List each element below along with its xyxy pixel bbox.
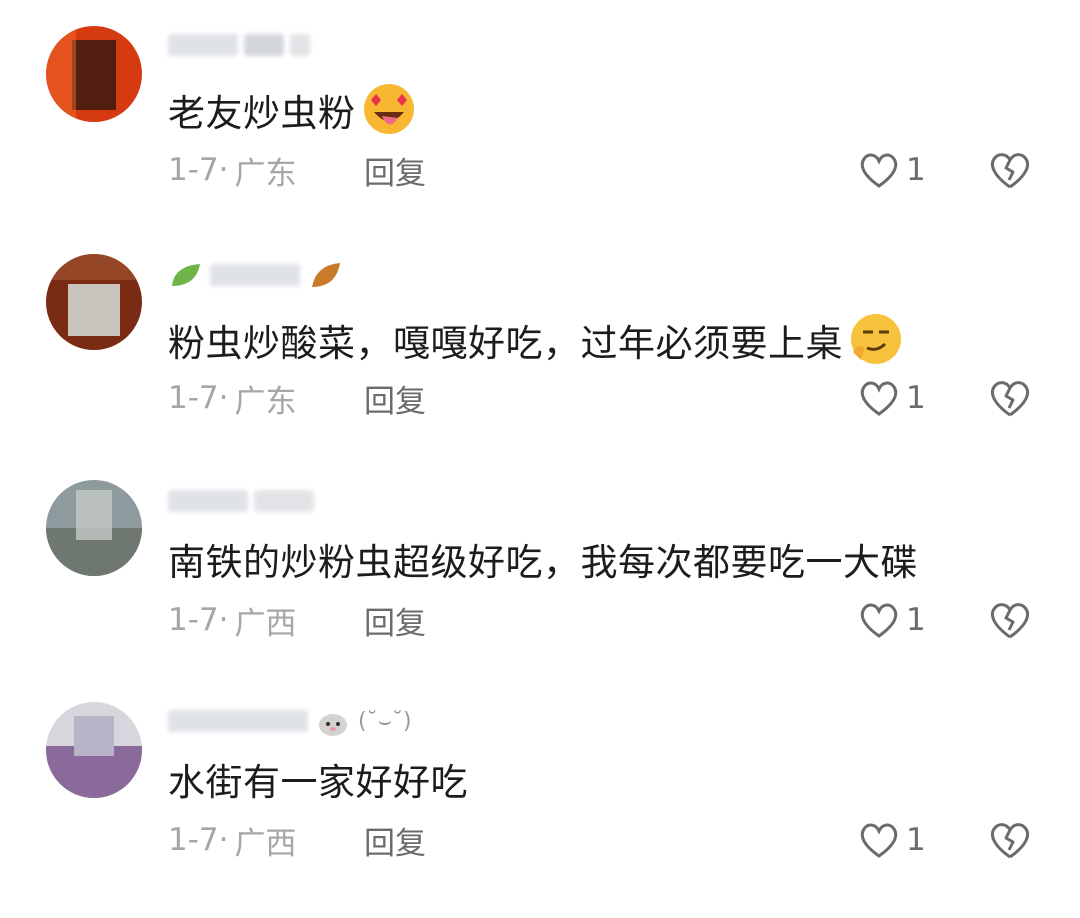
comment-text: 水街有一家好好吃 bbox=[168, 761, 468, 804]
broken-heart-icon bbox=[990, 153, 1030, 189]
username-blurred[interactable]: (˘⌣˘) bbox=[168, 706, 412, 736]
heart-icon bbox=[860, 153, 898, 188]
kaomoji-icon: (˘⌣˘) bbox=[358, 708, 412, 734]
comment-location: 广西 bbox=[234, 825, 297, 862]
comment-text: 粉虫炒酸菜，嘎嘎好吃，过年必须要上桌 bbox=[168, 312, 903, 379]
reply-button[interactable]: 回复 bbox=[364, 148, 426, 192]
dislike-button[interactable] bbox=[988, 148, 1032, 192]
comment-meta: 1-7 · 广东 bbox=[168, 376, 297, 420]
avatar[interactable] bbox=[46, 480, 142, 576]
smug-thinking-emoji bbox=[849, 312, 903, 379]
leaf-icon bbox=[172, 264, 200, 286]
like-count: 1 bbox=[906, 152, 926, 188]
username-blurred[interactable] bbox=[168, 486, 314, 516]
comment-location: 广东 bbox=[234, 383, 297, 420]
avatar[interactable] bbox=[46, 702, 142, 798]
autumn-leaf-icon bbox=[312, 263, 340, 287]
comment-meta: 1-7 · 广西 bbox=[168, 598, 297, 642]
like-count: 1 bbox=[906, 822, 926, 858]
broken-heart-icon bbox=[990, 823, 1030, 859]
heart-eyes-tongue-emoji bbox=[362, 82, 416, 149]
comment-location: 广西 bbox=[234, 605, 297, 642]
broken-heart-icon bbox=[990, 381, 1030, 417]
comment-text: 南铁的炒粉虫超级好吃，我每次都要吃一大碟 bbox=[168, 541, 918, 584]
dislike-button[interactable] bbox=[988, 818, 1032, 862]
comment-text: 老友炒虫粉 bbox=[168, 82, 416, 149]
comment-meta: 1-7 · 广东 bbox=[168, 148, 297, 192]
username-blurred[interactable] bbox=[168, 30, 310, 60]
comment-date: 1-7 bbox=[168, 602, 219, 638]
comment-date: 1-7 bbox=[168, 380, 219, 416]
avatar[interactable] bbox=[46, 254, 142, 350]
bunny-icon bbox=[319, 714, 347, 736]
avatar[interactable] bbox=[46, 26, 142, 122]
like-count: 1 bbox=[906, 380, 926, 416]
comment-meta: 1-7 · 广西 bbox=[168, 818, 297, 862]
comment-date: 1-7 bbox=[168, 822, 219, 858]
like-button[interactable]: 1 bbox=[858, 376, 926, 420]
heart-icon bbox=[860, 823, 898, 858]
dislike-button[interactable] bbox=[988, 598, 1032, 642]
comment-location: 广东 bbox=[234, 155, 297, 192]
like-count: 1 bbox=[906, 602, 926, 638]
broken-heart-icon bbox=[990, 603, 1030, 639]
comment-date: 1-7 bbox=[168, 152, 219, 188]
reply-button[interactable]: 回复 bbox=[364, 598, 426, 642]
like-button[interactable]: 1 bbox=[858, 818, 926, 862]
reply-button[interactable]: 回复 bbox=[364, 376, 426, 420]
username-blurred[interactable] bbox=[168, 260, 346, 290]
heart-icon bbox=[860, 381, 898, 416]
like-button[interactable]: 1 bbox=[858, 598, 926, 642]
reply-button[interactable]: 回复 bbox=[364, 818, 426, 862]
heart-icon bbox=[860, 603, 898, 638]
like-button[interactable]: 1 bbox=[858, 148, 926, 192]
dislike-button[interactable] bbox=[988, 376, 1032, 420]
